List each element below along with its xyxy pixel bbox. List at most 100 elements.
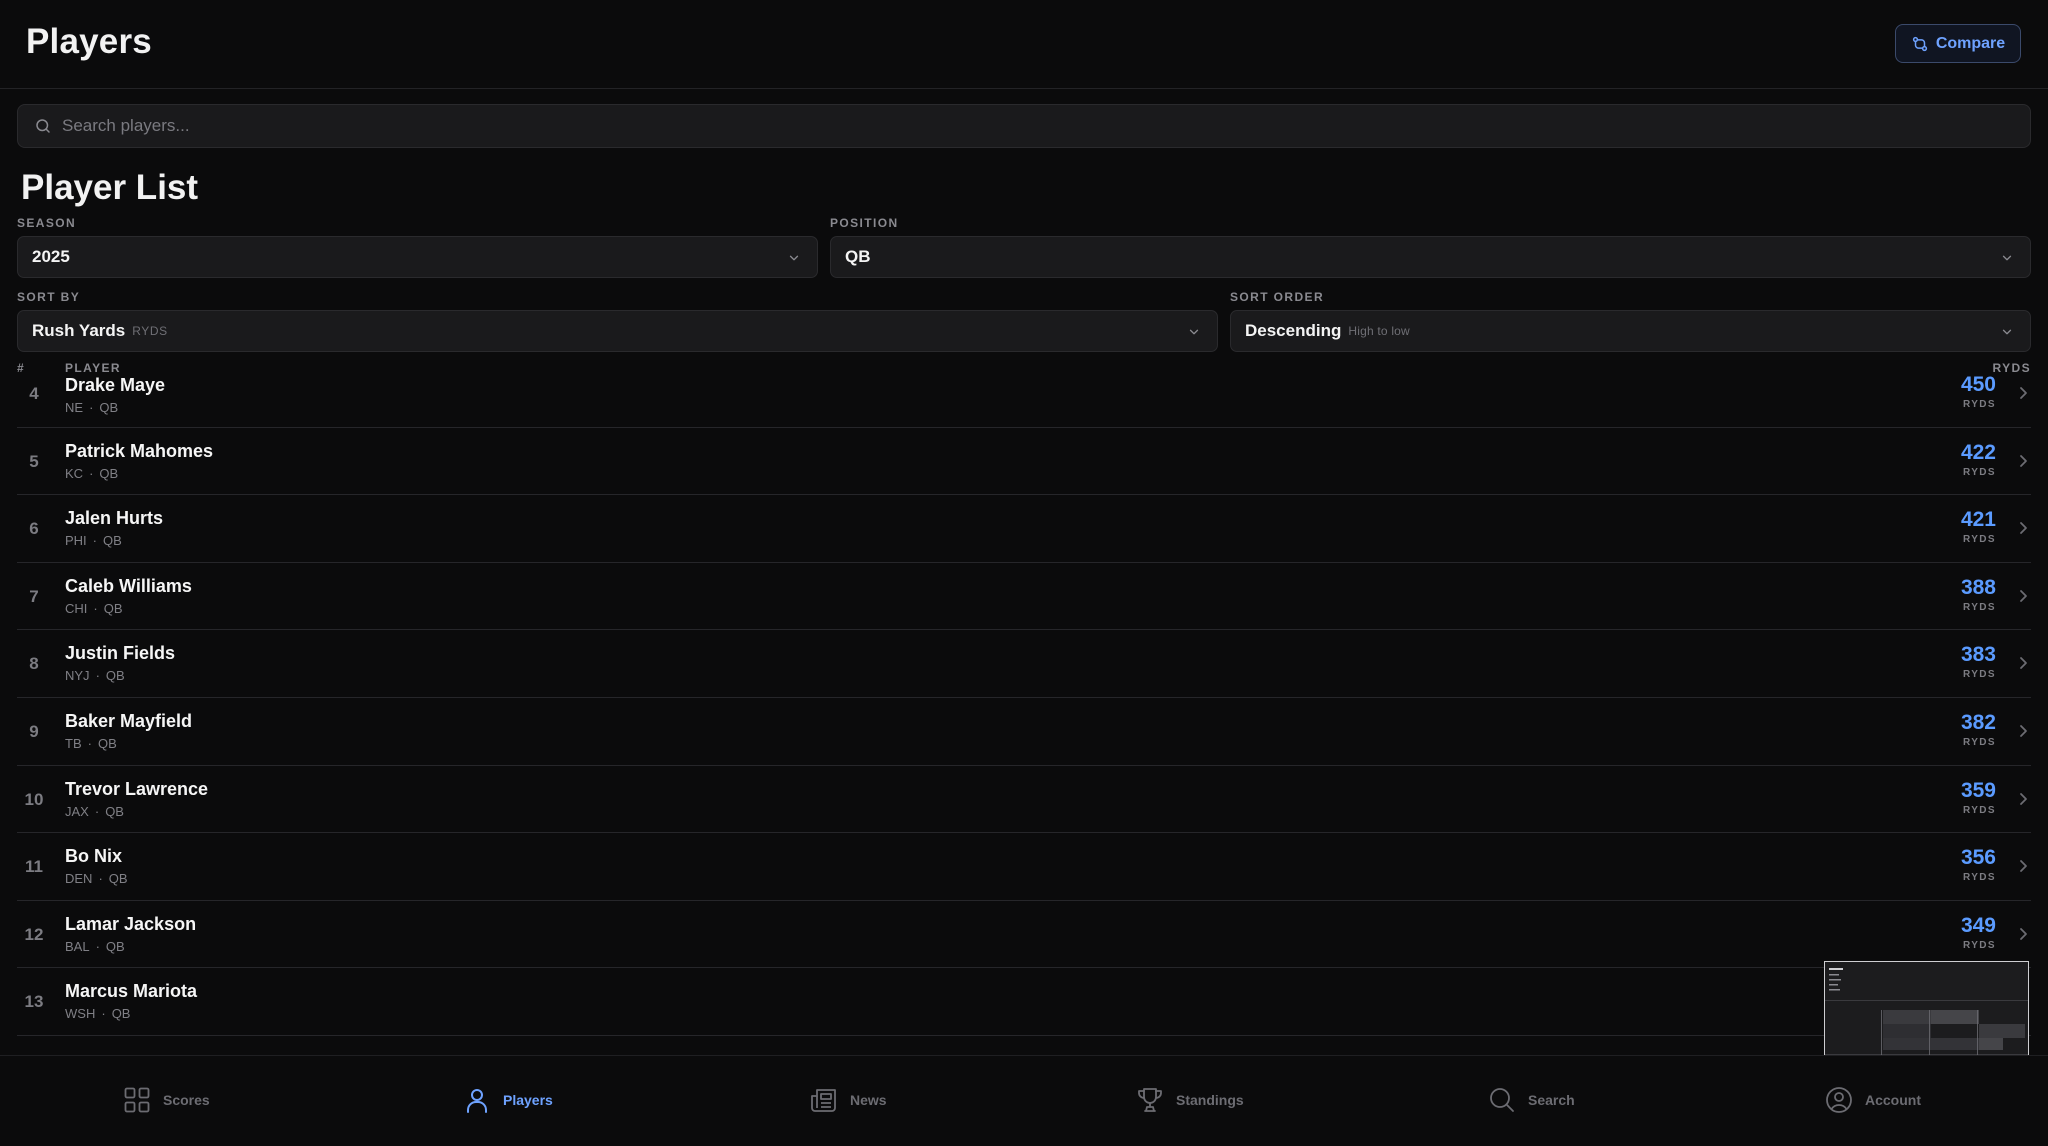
player-row[interactable]: 13 Marcus Mariota WSH · QB (17, 968, 2031, 1036)
chevron-right-icon (2020, 927, 2027, 940)
player-name: Baker Mayfield (65, 710, 193, 731)
player-name: Jalen Hurts (65, 508, 164, 529)
stat-unit: RYDS (1962, 534, 1996, 546)
chevron-right-icon (2020, 657, 2027, 670)
tab-label: News (850, 1092, 887, 1108)
chevron-right-icon (2020, 860, 2027, 873)
player-row[interactable]: 6 Jalen Hurts PHI · QB 421 RYDS (17, 495, 2031, 563)
player-stat: 349 RYDS (1916, 913, 1996, 951)
player-stat: 356 RYDS (1916, 847, 1996, 884)
player-stat: 422 RYDS (1916, 441, 1996, 478)
search-icon (36, 119, 50, 133)
chevron-down-icon (2002, 329, 2012, 335)
tab-standings[interactable]: Standings (1136, 1086, 1244, 1114)
player-rank: 5 (29, 451, 39, 471)
player-name: Patrick Mahomes (65, 440, 214, 461)
chevron-right-icon (2020, 792, 2027, 805)
player-position: QB (105, 938, 125, 954)
player-row[interactable]: 4 Drake Maye NE · QB 450 RYDS (17, 360, 2031, 428)
trophy-icon (1138, 1088, 1162, 1112)
tab-players[interactable]: Players (463, 1086, 553, 1114)
stat-unit: RYDS (1962, 939, 1996, 951)
section-title: Player List (21, 168, 199, 207)
chevron-right-icon (2020, 387, 2027, 399)
player-row[interactable]: 11 Bo Nix DEN · QB 356 RYDS (17, 833, 2031, 901)
sort-order-label: SORT ORDER (1230, 290, 1325, 304)
player-rank: 6 (29, 519, 39, 539)
stat-value: 421 (1960, 508, 1996, 532)
player-rank: 9 (29, 721, 39, 741)
player-name: Justin Fields (65, 643, 176, 664)
player-team: CHI (65, 600, 88, 616)
position-value: QB (845, 247, 871, 266)
stat-unit: RYDS (1962, 669, 1996, 681)
player-position: QB (99, 465, 119, 481)
player-position: QB (108, 871, 128, 887)
player-team: NE (65, 400, 84, 415)
player-row[interactable]: 10 Trevor Lawrence JAX · QB 359 RYDS (17, 766, 2031, 834)
grid-icon (124, 1087, 150, 1113)
tab-account[interactable]: Account (1825, 1086, 1921, 1114)
tab-scores[interactable]: Scores (123, 1086, 210, 1114)
player-rank: 4 (29, 384, 39, 403)
player-row[interactable]: 7 Caleb Williams CHI · QB 388 RYDS (17, 563, 2031, 631)
player-position: QB (105, 803, 124, 819)
player-team: WSH (65, 1006, 96, 1022)
tab-label: Account (1865, 1092, 1921, 1108)
bottom-tab-bar: Scores Players News Standings Search Acc… (0, 1055, 2048, 1146)
player-row[interactable]: 12 Lamar Jackson BAL · QB 349 RYDS (17, 901, 2031, 969)
player-name: Caleb Williams (65, 575, 192, 596)
player-row[interactable]: 8 Justin Fields NYJ · QB 383 RYDS (17, 630, 2031, 698)
tab-label: Search (1528, 1092, 1575, 1108)
compare-icon (1912, 36, 1927, 51)
sort-by-hint: RYDS (132, 324, 168, 338)
player-rank: 12 (24, 924, 44, 944)
position-select[interactable]: QB (830, 236, 2031, 278)
search-input[interactable] (62, 116, 1962, 136)
newspaper-icon (811, 1089, 836, 1112)
player-meta: BAL · QB (65, 938, 125, 954)
player-position: QB (103, 600, 123, 616)
app-root: Players Compare Player List SEASON 2025 … (0, 0, 2048, 1146)
tab-label: Standings (1176, 1092, 1244, 1108)
tab-label: Players (503, 1092, 553, 1108)
player-team: NYJ (65, 668, 90, 684)
player-meta: DEN · QB (65, 871, 128, 887)
position-label: POSITION (830, 216, 899, 230)
sort-order-select[interactable]: Descending High to low (1230, 310, 2031, 352)
player-row[interactable]: 9 Baker Mayfield TB · QB 382 RYDS (17, 698, 2031, 766)
player-stat: 383 RYDS (1916, 644, 1996, 681)
player-position: QB (103, 533, 122, 549)
player-meta: WSH · QB (65, 1006, 131, 1022)
player-name: Trevor Lawrence (65, 778, 209, 799)
season-select[interactable]: 2025 (17, 236, 818, 278)
tab-search[interactable]: Search (1488, 1086, 1575, 1114)
stat-value: 349 (1960, 913, 1996, 937)
player-team: DEN (65, 871, 93, 887)
tab-news[interactable]: News (810, 1086, 887, 1114)
player-position: QB (99, 400, 119, 415)
player-team: BAL (65, 938, 90, 954)
sort-order-value: Descending (1245, 321, 1342, 340)
sort-by-select[interactable]: Rush Yards RYDS (17, 310, 1218, 352)
player-stat: 359 RYDS (1916, 778, 1996, 816)
compare-button-label: Compare (1935, 34, 2006, 52)
player-stat: 421 RYDS (1916, 508, 1996, 546)
player-rank: 10 (24, 789, 44, 809)
player-search-bar[interactable] (17, 104, 2031, 148)
chevron-right-icon (2020, 522, 2027, 535)
sort-by-label: SORT BY (17, 290, 81, 304)
page-title: Players (26, 22, 152, 61)
player-name: Bo Nix (65, 846, 123, 867)
player-name: Drake Maye (65, 375, 166, 395)
player-meta: NE · QB (65, 400, 119, 415)
player-stat: 450 RYDS (1916, 374, 1996, 411)
stat-value: 359 (1960, 778, 1996, 802)
compare-button[interactable]: Compare (1895, 24, 2021, 63)
stat-value: 388 (1960, 575, 1996, 599)
player-meta: PHI · QB (65, 533, 122, 549)
player-rank: 7 (29, 586, 39, 606)
chevron-right-icon (2020, 589, 2027, 602)
person-icon (467, 1089, 487, 1113)
player-row[interactable]: 5 Patrick Mahomes KC · QB 422 RYDS (17, 428, 2031, 496)
